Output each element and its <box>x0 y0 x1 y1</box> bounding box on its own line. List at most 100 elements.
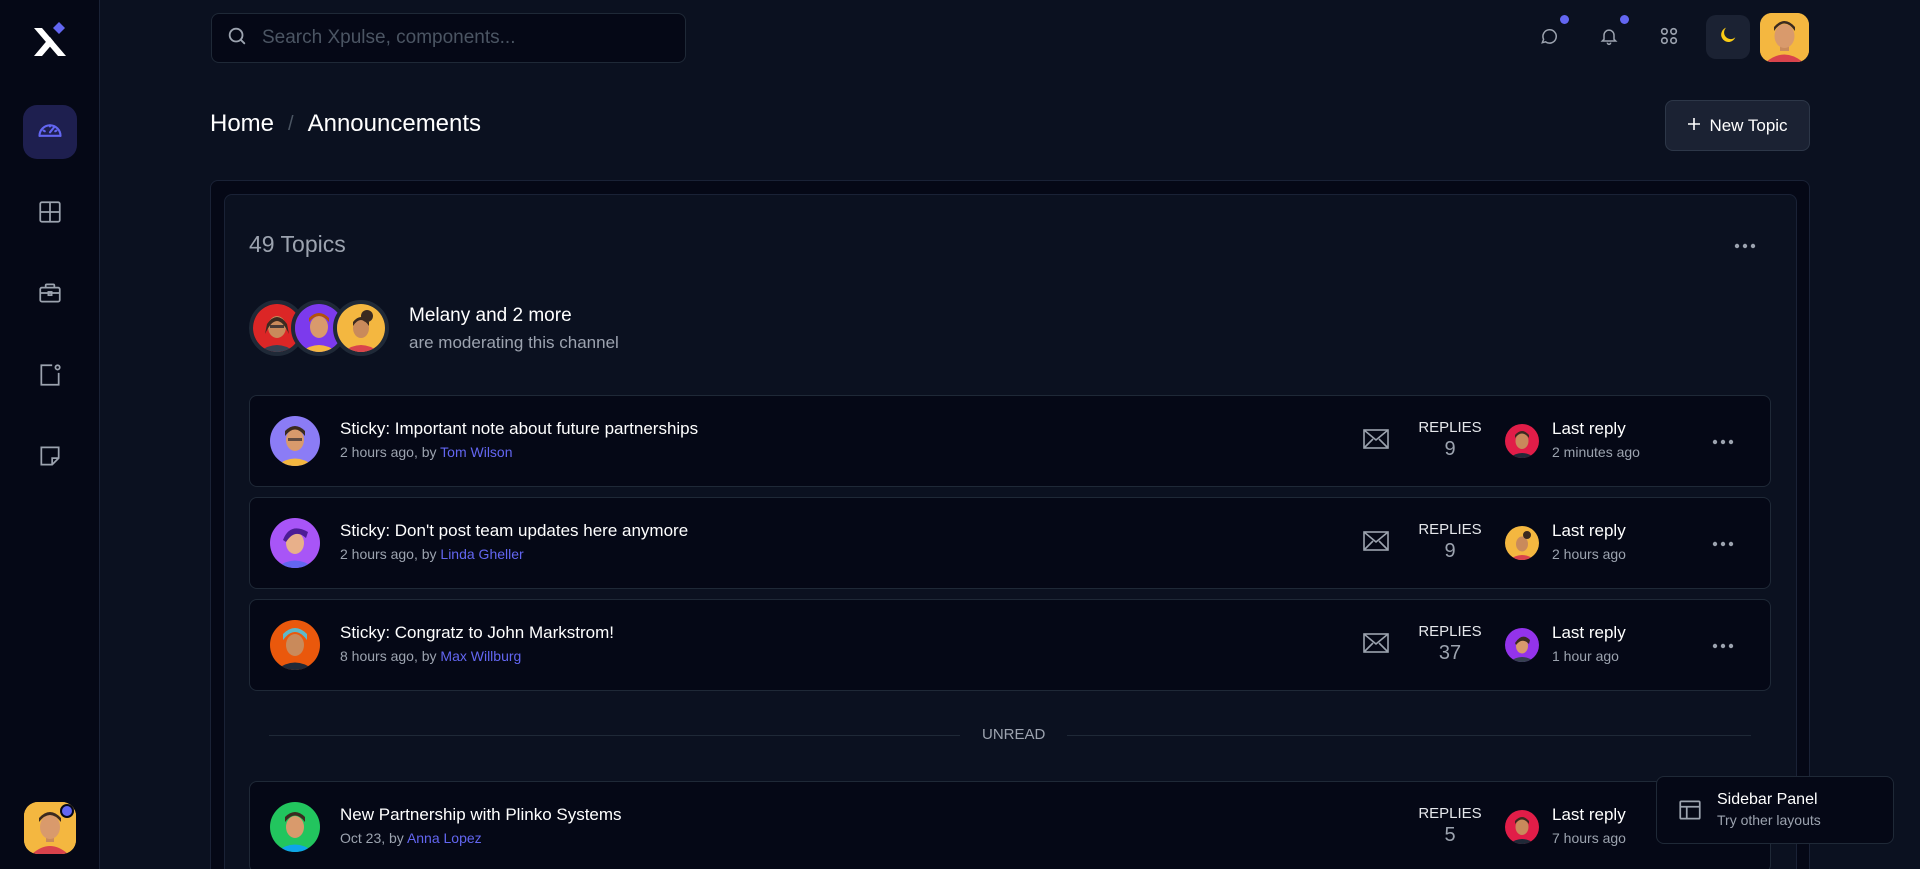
replies-count: REPLIES 5 <box>1415 805 1485 847</box>
sidebar-item-notes[interactable] <box>23 350 77 404</box>
sidebar-item-layouts[interactable] <box>23 187 77 241</box>
topic-meta: 8 hours ago, by Max Willburg <box>340 648 521 664</box>
replies-count: REPLIES 37 <box>1415 623 1485 665</box>
bell-icon <box>1599 26 1619 51</box>
search-input[interactable] <box>262 27 662 49</box>
sidebar-item-projects[interactable] <box>23 268 77 322</box>
messages-notification-dot <box>1560 15 1569 24</box>
last-reply-time: 2 minutes ago <box>1552 444 1640 460</box>
more-horizontal-icon <box>1712 636 1734 654</box>
last-reply-time: 1 hour ago <box>1552 648 1619 664</box>
topic-title[interactable]: Sticky: Congratz to John Markstrom! <box>340 623 614 643</box>
replies-label: REPLIES <box>1418 521 1482 538</box>
topic-menu-button[interactable] <box>1708 630 1738 660</box>
messages-button[interactable] <box>1529 15 1569 58</box>
topic-meta: Oct 23, by Anna Lopez <box>340 830 482 846</box>
replies-number: 9 <box>1444 540 1456 562</box>
last-reply-time: 7 hours ago <box>1552 830 1626 846</box>
last-reply-label: Last reply <box>1552 419 1626 438</box>
plus-icon <box>1687 116 1701 136</box>
topic-author-link[interactable]: Max Willburg <box>440 648 521 664</box>
layout-panel-icon <box>1677 797 1703 828</box>
layout-switcher-card[interactable]: Sidebar Panel Try other layouts <box>1656 776 1894 844</box>
breadcrumb-current[interactable]: Announcements <box>308 110 481 138</box>
topic-author-link[interactable]: Linda Gheller <box>440 546 523 562</box>
topic-posted: 2 hours ago, by <box>340 546 441 562</box>
chat-icon <box>1539 26 1559 51</box>
author-avatar[interactable] <box>270 620 320 670</box>
moderator-avatar[interactable] <box>333 300 389 356</box>
topic-meta: 2 hours ago, by Linda Gheller <box>340 546 524 562</box>
replies-count: REPLIES 9 <box>1415 521 1485 563</box>
topic-title[interactable]: Sticky: Don't post team updates here any… <box>340 521 688 541</box>
dashboard-gauge-icon <box>36 116 64 149</box>
topic-menu-button[interactable] <box>1708 528 1738 558</box>
last-reply-label: Last reply <box>1552 805 1626 824</box>
profile-avatar[interactable] <box>1760 13 1809 62</box>
xpulse-logo[interactable] <box>30 20 70 60</box>
moderators-avatars <box>249 300 389 356</box>
search-bar[interactable] <box>211 13 686 63</box>
moderators-subtitle: are moderating this channel <box>409 333 619 352</box>
topic-author-link[interactable]: Anna Lopez <box>407 830 482 846</box>
topic-row[interactable]: Sticky: Congratz to John Markstrom! 8 ho… <box>249 599 1771 691</box>
new-topic-label: New Topic <box>1709 115 1788 135</box>
sticky-note-icon <box>37 443 63 474</box>
apps-button[interactable] <box>1649 18 1689 58</box>
moderators-info: Melany and 2 more are moderating this ch… <box>409 305 619 353</box>
last-reply-avatar[interactable] <box>1505 424 1539 458</box>
topic-row[interactable]: Sticky: Don't post team updates here any… <box>249 497 1771 589</box>
envelope-icon[interactable] <box>1362 631 1392 661</box>
topic-row[interactable]: New Partnership with Plinko Systems Oct … <box>249 781 1771 869</box>
moon-icon <box>1717 24 1739 51</box>
topic-title[interactable]: New Partnership with Plinko Systems <box>340 805 622 825</box>
topic-posted: 8 hours ago, by <box>340 648 441 664</box>
topic-posted: 2 hours ago, by <box>340 444 441 460</box>
replies-number: 5 <box>1444 824 1456 846</box>
author-avatar[interactable] <box>270 802 320 852</box>
author-avatar[interactable] <box>270 416 320 466</box>
replies-label: REPLIES <box>1418 805 1482 822</box>
topic-title[interactable]: Sticky: Important note about future part… <box>340 419 698 439</box>
notifications-notification-dot <box>1620 15 1629 24</box>
topic-row[interactable]: Sticky: Important note about future part… <box>249 395 1771 487</box>
notes-icon <box>37 362 63 393</box>
apps-grid-icon <box>1658 25 1680 52</box>
new-topic-button[interactable]: New Topic <box>1665 100 1810 151</box>
panel-menu-button[interactable] <box>1730 230 1760 260</box>
breadcrumb-separator: / <box>288 112 294 135</box>
replies-number: 37 <box>1438 642 1462 664</box>
envelope-icon[interactable] <box>1362 427 1392 457</box>
topic-author-link[interactable]: Tom Wilson <box>440 444 512 460</box>
breadcrumb: Home / Announcements <box>210 110 481 138</box>
last-reply-avatar[interactable] <box>1505 526 1539 560</box>
replies-label: REPLIES <box>1418 623 1482 640</box>
user-avatar[interactable] <box>24 802 76 854</box>
last-reply-avatar[interactable] <box>1505 628 1539 662</box>
envelope-icon[interactable] <box>1362 529 1392 559</box>
last-reply-label: Last reply <box>1552 521 1626 540</box>
theme-toggle-button[interactable] <box>1706 15 1750 59</box>
search-icon <box>226 25 248 52</box>
more-horizontal-icon <box>1712 534 1734 552</box>
last-reply-avatar[interactable] <box>1505 810 1539 844</box>
replies-label: REPLIES <box>1418 419 1482 436</box>
replies-number: 9 <box>1444 438 1456 460</box>
sidebar-item-dashboard[interactable] <box>23 105 77 159</box>
unread-label: UNREAD <box>960 726 1068 743</box>
more-horizontal-icon <box>1712 432 1734 450</box>
last-reply-label: Last reply <box>1552 623 1626 642</box>
topic-posted: Oct 23, by <box>340 830 407 846</box>
breadcrumb-home[interactable]: Home <box>210 110 274 138</box>
sidebar-item-stickies[interactable] <box>23 431 77 485</box>
author-avatar[interactable] <box>270 518 320 568</box>
layout-switcher-title: Sidebar Panel <box>1717 791 1818 808</box>
online-status-dot <box>60 804 74 818</box>
sidebar <box>0 0 100 869</box>
layout-switcher-subtitle: Try other layouts <box>1717 812 1821 828</box>
moderators-title: Melany and 2 more <box>409 305 572 326</box>
topic-menu-button[interactable] <box>1708 426 1738 456</box>
topic-meta: 2 hours ago, by Tom Wilson <box>340 444 513 460</box>
notifications-button[interactable] <box>1589 15 1629 58</box>
replies-count: REPLIES 9 <box>1415 419 1485 461</box>
